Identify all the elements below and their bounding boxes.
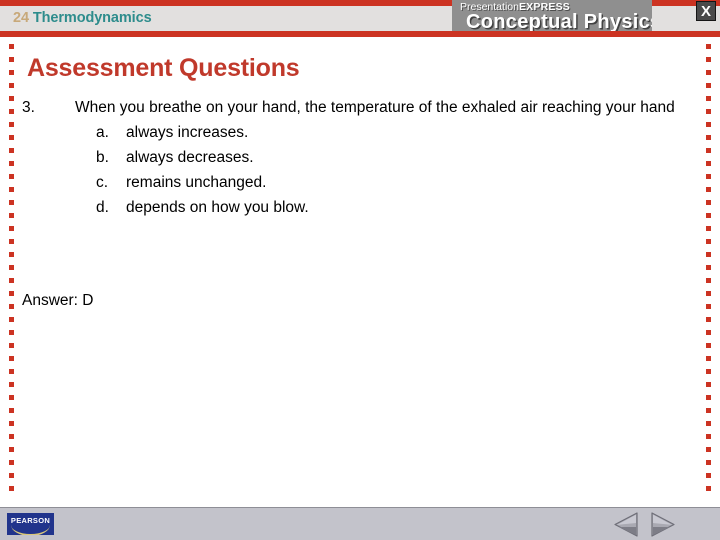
list-item[interactable]: a. always increases. bbox=[96, 122, 682, 144]
content-floor bbox=[0, 500, 720, 507]
chapter-name: Thermodynamics bbox=[32, 10, 152, 26]
pearson-swoosh-icon bbox=[11, 525, 50, 535]
nav-back-icon[interactable] bbox=[613, 511, 641, 538]
header-right-band bbox=[652, 6, 688, 31]
chapter-title: 24 Thermodynamics bbox=[13, 8, 152, 28]
choice-letter: b. bbox=[96, 149, 109, 166]
question-row: 3. When you breathe on your hand, the te… bbox=[22, 97, 682, 119]
page-title: Assessment Questions bbox=[27, 54, 300, 82]
question-text: When you breathe on your hand, the tempe… bbox=[75, 99, 675, 116]
choice-letter: a. bbox=[96, 124, 109, 141]
pearson-logo-text: PEARSON bbox=[10, 516, 51, 525]
slide-header: 24 Thermodynamics PresentationEXPRESS Co… bbox=[0, 0, 720, 37]
list-item[interactable]: d. depends on how you blow. bbox=[96, 197, 682, 219]
choice-letter: c. bbox=[96, 174, 109, 191]
list-item[interactable]: b. always decreases. bbox=[96, 147, 682, 169]
answer-choice-list: a. always increases. b. always decreases… bbox=[22, 122, 682, 219]
question-block: 3. When you breathe on your hand, the te… bbox=[22, 97, 682, 222]
brand-plate: PresentationEXPRESS Conceptual Physics bbox=[452, 0, 652, 35]
choice-text: depends on how you blow. bbox=[126, 199, 309, 216]
question-number: 3. bbox=[22, 99, 35, 116]
chapter-number: 24 bbox=[13, 10, 29, 26]
pearson-logo[interactable]: PEARSON bbox=[7, 513, 54, 535]
close-icon[interactable]: X bbox=[696, 1, 716, 21]
choice-text: remains unchanged. bbox=[126, 174, 267, 191]
slide-content: Assessment Questions 3. When you breathe… bbox=[0, 37, 720, 507]
slide-footer: PEARSON bbox=[0, 507, 720, 540]
nav-next-icon[interactable] bbox=[648, 511, 676, 538]
choice-text: always decreases. bbox=[126, 149, 254, 166]
slide: 24 Thermodynamics PresentationEXPRESS Co… bbox=[0, 0, 720, 540]
choice-text: always increases. bbox=[126, 124, 249, 141]
answer-text: Answer: D bbox=[22, 292, 94, 309]
choice-letter: d. bbox=[96, 199, 109, 216]
list-item[interactable]: c. remains unchanged. bbox=[96, 172, 682, 194]
